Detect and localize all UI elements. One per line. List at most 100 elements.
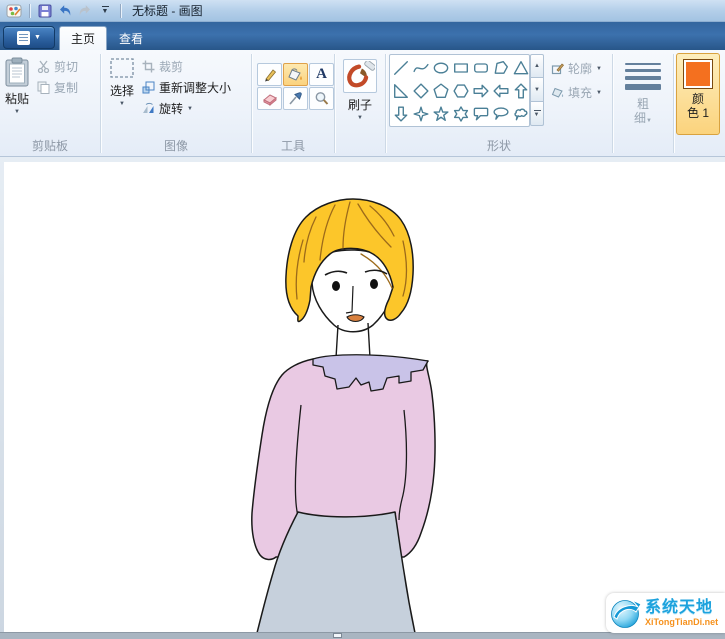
- divider: [29, 3, 30, 18]
- brushes-button[interactable]: 刷子 ▼: [339, 56, 381, 124]
- color1-label-line2: 色 1: [686, 106, 709, 120]
- pencil-tool-button[interactable]: [257, 63, 282, 86]
- group-tools: A 工具: [252, 50, 334, 156]
- shapes-group-label: 形状: [486, 139, 511, 153]
- crop-button[interactable]: 裁剪: [139, 56, 234, 77]
- shape-pentagon[interactable]: [433, 82, 449, 99]
- shape-rounded-rectangle[interactable]: [473, 60, 489, 76]
- shape-four-point-star[interactable]: [413, 105, 429, 122]
- clipboard-group-label: 剪贴板: [31, 139, 68, 153]
- save-icon: [38, 4, 52, 17]
- shape-ellipse[interactable]: [433, 60, 449, 76]
- copy-button[interactable]: 复制: [34, 77, 81, 98]
- shape-outline-button[interactable]: 轮廓 ▼: [548, 58, 605, 79]
- paste-label: 粘贴: [4, 92, 29, 106]
- customize-qat-button[interactable]: ▼: [95, 2, 115, 20]
- window-title: 无标题 - 画图: [132, 4, 203, 18]
- shape-oval-callout[interactable]: [493, 106, 509, 122]
- mouth: [346, 314, 365, 323]
- shape-rounded-callout[interactable]: [473, 106, 489, 122]
- shape-up-arrow[interactable]: [513, 82, 529, 99]
- chevron-down-icon: ▼: [596, 89, 602, 96]
- rotate-button[interactable]: 旋转 ▼: [139, 98, 234, 119]
- divider: [120, 3, 121, 18]
- paste-button[interactable]: 粘贴 ▼: [0, 54, 34, 118]
- color1-swatch: [683, 59, 713, 89]
- chevron-down-icon: ▼: [596, 65, 602, 72]
- shape-polygon[interactable]: [493, 60, 509, 76]
- size-label-line1: 粗: [636, 97, 649, 111]
- group-clipboard: 粘贴 ▼ 剪切 复制 剪贴板: [0, 50, 100, 156]
- shape-curve[interactable]: [413, 60, 429, 76]
- shape-left-arrow[interactable]: [493, 83, 509, 99]
- brush-box: [343, 59, 377, 93]
- shape-hexagon[interactable]: [453, 83, 469, 99]
- undo-button[interactable]: [55, 2, 75, 20]
- color-picker-tool-button[interactable]: [283, 87, 308, 110]
- group-shapes: ▲ ▼ ▼ 轮廓 ▼ 填充 ▼ 形状: [386, 50, 612, 156]
- tools-group-label: 工具: [280, 139, 305, 153]
- shape-six-point-star[interactable]: [453, 105, 469, 122]
- select-label: 选择: [109, 84, 134, 98]
- shapes-scrollbar: ▲ ▼ ▼: [530, 54, 544, 127]
- drawing-woman: [251, 198, 436, 634]
- crop-label: 裁剪: [159, 60, 184, 74]
- chevron-down-icon: ▼: [14, 109, 20, 115]
- copy-label: 复制: [54, 81, 79, 95]
- fill-tool-button[interactable]: [283, 63, 308, 86]
- image-group-label: 图像: [163, 139, 188, 153]
- paint-menu-button[interactable]: ▼: [3, 26, 55, 49]
- shapes-scroll-up-button[interactable]: ▲: [530, 54, 544, 78]
- pencil-icon: [264, 68, 276, 81]
- shape-triangle[interactable]: [513, 60, 529, 76]
- drawing-canvas[interactable]: [4, 162, 725, 634]
- shape-cloud-callout[interactable]: [513, 106, 529, 122]
- size-button[interactable]: 粗 细▼: [617, 50, 669, 128]
- line-weight-icon: [625, 63, 661, 90]
- tab-view[interactable]: 查看: [107, 26, 155, 50]
- chevron-down-icon: ▼: [357, 115, 363, 121]
- resize-icon: [142, 81, 155, 94]
- chevron-down-icon: ▼: [646, 118, 652, 124]
- group-colors: 颜 色 1: [674, 50, 722, 156]
- outline-icon: [551, 63, 564, 75]
- shape-rectangle[interactable]: [453, 60, 469, 76]
- magnifier-tool-button[interactable]: [309, 87, 334, 110]
- shape-right-arrow[interactable]: [473, 83, 489, 99]
- ribbon: 粘贴 ▼ 剪切 复制 剪贴板 选择 ▼ 裁剪 重新调整大小 旋转 ▼ 图像 A …: [0, 50, 725, 157]
- rotate-icon: [143, 102, 154, 113]
- crop-icon: [142, 60, 155, 73]
- shape-line[interactable]: [393, 60, 409, 76]
- resize-button[interactable]: 重新调整大小: [139, 77, 234, 98]
- eraser-tool-button[interactable]: [257, 87, 282, 110]
- document-icon: [17, 30, 31, 45]
- text-tool-button[interactable]: A: [309, 63, 334, 86]
- canvas-resize-handle[interactable]: [333, 633, 342, 638]
- select-button[interactable]: 选择 ▼: [105, 54, 139, 119]
- shape-five-point-star[interactable]: [433, 105, 449, 122]
- redo-button[interactable]: [75, 2, 95, 20]
- cut-label: 剪切: [54, 60, 79, 74]
- shapes-overflow-button[interactable]: ▼: [530, 102, 544, 126]
- color1-button[interactable]: 颜 色 1: [676, 53, 720, 135]
- copy-icon: [37, 81, 50, 94]
- right-eye: [370, 279, 378, 289]
- clipboard-icon: [5, 57, 29, 87]
- chevron-down-icon: ▼: [119, 101, 125, 107]
- color1-label-line1: 颜: [691, 92, 704, 106]
- shape-down-arrow[interactable]: [393, 105, 409, 122]
- watermark-globe-icon: [611, 599, 642, 628]
- save-button[interactable]: [35, 2, 55, 20]
- fill-label: 填充: [568, 86, 593, 100]
- tab-home[interactable]: 主页: [59, 26, 107, 50]
- shapes-scroll-down-button[interactable]: ▼: [530, 78, 544, 102]
- shape-right-triangle[interactable]: [393, 83, 409, 99]
- fill-icon: [551, 87, 564, 98]
- cut-button[interactable]: 剪切: [34, 56, 81, 77]
- outline-label: 轮廓: [568, 62, 593, 76]
- chevron-down-icon: ▼: [101, 6, 109, 15]
- app-icon[interactable]: [4, 2, 24, 20]
- group-image: 选择 ▼ 裁剪 重新调整大小 旋转 ▼ 图像: [101, 50, 251, 156]
- shape-fill-button[interactable]: 填充 ▼: [548, 82, 605, 103]
- shape-diamond[interactable]: [413, 82, 429, 99]
